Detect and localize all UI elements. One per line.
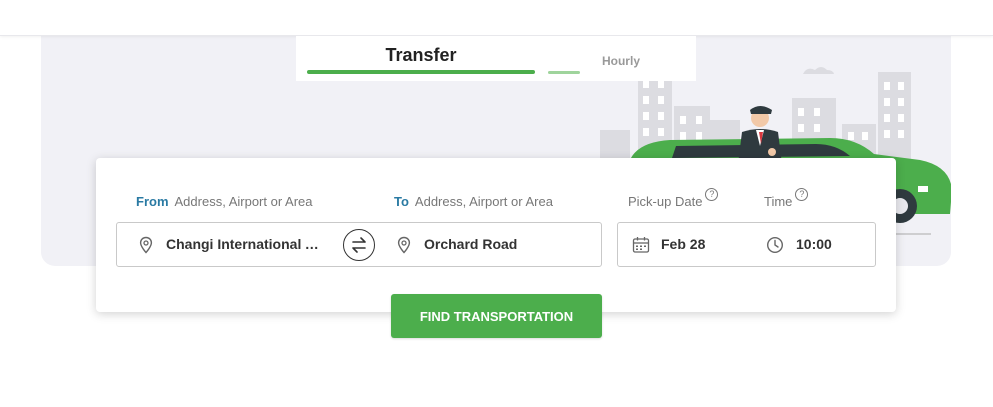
clock-icon [766, 236, 784, 254]
to-input[interactable]: Orchard Road [424, 236, 517, 252]
swap-icon [352, 237, 366, 253]
time-help-icon[interactable]: ? [795, 188, 809, 201]
find-transportation-button[interactable]: FIND TRANSPORTATION [391, 294, 602, 338]
search-form-card: From Address, Airport or Area To Address, … [96, 158, 896, 312]
date-help-icon[interactable]: ? [705, 188, 719, 201]
from-input[interactable]: Changi International Airport [166, 236, 328, 252]
mode-tabs: Transfer Hourly [296, 36, 696, 81]
to-label: To Address, Airport or Area [394, 194, 553, 209]
top-navigation-bar [0, 0, 993, 36]
tab-hourly[interactable]: Hourly [546, 36, 696, 81]
from-label-text: From [136, 194, 169, 209]
tab-transfer[interactable]: Transfer [306, 36, 536, 81]
date-time-fields: Feb 28 10:00 [617, 222, 876, 267]
swap-locations-button[interactable] [343, 229, 375, 261]
to-label-text: To [394, 194, 409, 209]
calendar-icon [632, 237, 650, 253]
time-input[interactable]: 10:00 [796, 236, 832, 252]
pickup-date-label: Pick-up Date? [628, 188, 719, 209]
pickup-date-label-text: Pick-up Date [628, 194, 703, 209]
from-label: From Address, Airport or Area [136, 194, 313, 209]
from-placeholder: Address, Airport or Area [174, 194, 313, 209]
tab-hourly-label: Hourly [601, 54, 640, 68]
location-pin-icon [397, 236, 411, 254]
location-fields: Changi International Airport Orchard Roa… [116, 222, 602, 267]
time-label: Time? [764, 188, 809, 209]
location-pin-icon [139, 236, 153, 254]
tab-transfer-label: Transfer [385, 45, 457, 65]
pickup-date-input[interactable]: Feb 28 [661, 236, 705, 252]
time-label-text: Time [764, 194, 793, 209]
to-placeholder: Address, Airport or Area [414, 194, 553, 209]
tab-inactive-indicator [548, 71, 580, 74]
tab-active-indicator [307, 70, 535, 74]
